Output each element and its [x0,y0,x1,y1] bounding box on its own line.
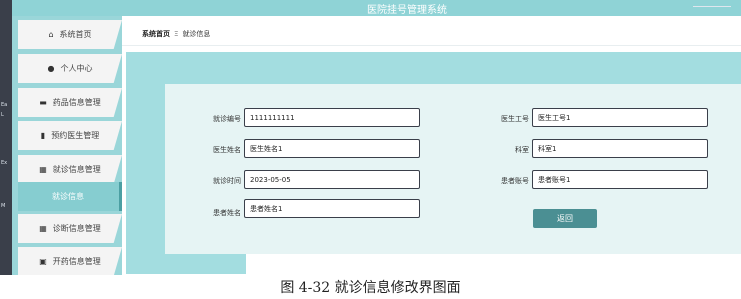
content-background: 就诊编号 医生姓名 就诊时间 患者姓名 医生工号 科室 患者账号 返回 [126,52,741,274]
doctor-no-label: 医生工号 [501,115,529,123]
sidebar-item-label: 预约医生管理 [51,131,100,140]
prescription-icon: ▣ [39,257,47,266]
sidebar-item-label: 个人中心 [60,64,93,73]
user-icon: ● [47,64,55,73]
patient-name-field[interactable] [244,199,420,218]
grid-icon: ▦ [39,165,47,174]
visit-time-label: 就诊时间 [213,177,241,185]
breadcrumb-separator-icon: Ξ [174,29,179,38]
figure-caption: 图 4-32 就诊信息修改界图面 [280,280,461,296]
sidebar-item-label: 诊断信息管理 [52,224,101,233]
desktop-label: Ea [1,102,8,108]
visit-no-label: 就诊编号 [213,115,241,123]
sidebar: ⌂ 系统首页 ● 个人中心 ▬ 药品信息管理 ▮ 预约医生管理 ▦ 就诊信息管理… [12,16,122,275]
header-bar: 医院挂号管理系统 [12,0,741,16]
desktop-sliver: Ea L Ex M [0,0,12,275]
medicine-icon: ▬ [39,98,47,107]
visit-time-field[interactable] [244,170,420,189]
sidebar-item-label: 就诊信息管理 [52,165,101,174]
home-icon: ⌂ [48,30,54,39]
desktop-label: M [1,203,6,209]
doctor-no-field[interactable] [532,108,708,127]
sidebar-item-visit[interactable]: ▦ 就诊信息管理 [18,155,122,184]
grid-icon: ▦ [39,224,47,233]
desktop-label: Ex [1,160,8,166]
doctor-name-label: 医生姓名 [213,146,241,154]
sidebar-item-medicine[interactable]: ▬ 药品信息管理 [18,88,122,117]
breadcrumb-home[interactable]: 系统首页 [142,29,170,39]
doctor-icon: ▮ [40,131,46,140]
sidebar-subitem-visit-info[interactable]: 就诊信息 [18,182,122,211]
doctor-name-field[interactable] [244,139,420,158]
patient-name-label: 患者姓名 [213,209,241,217]
sidebar-item-label: 药品信息管理 [52,98,101,107]
department-field[interactable] [532,139,708,158]
sidebar-item-label: 系统首页 [59,30,92,39]
department-label: 科室 [515,146,529,154]
sidebar-item-label: 就诊信息 [52,192,84,201]
sidebar-item-home[interactable]: ⌂ 系统首页 [18,20,122,49]
visit-no-field[interactable] [244,108,420,127]
window-controls[interactable] [693,6,731,7]
sidebar-item-label: 开药信息管理 [52,257,101,266]
patient-account-field[interactable] [532,170,708,189]
app-title: 医院挂号管理系统 [367,5,447,16]
patient-account-label: 患者账号 [501,177,529,185]
desktop-label: L [1,112,4,118]
breadcrumb: 系统首页 Ξ 就诊信息 [122,22,741,46]
edit-form-panel: 就诊编号 医生姓名 就诊时间 患者姓名 医生工号 科室 患者账号 返回 [165,84,741,254]
app-window: Ea L Ex M 医院挂号管理系统 ⌂ 系统首页 ● 个人中心 ▬ 药品信息管… [0,0,741,275]
back-button[interactable]: 返回 [533,209,597,228]
sidebar-item-diagnosis[interactable]: ▦ 诊断信息管理 [18,214,122,243]
sidebar-item-appointment[interactable]: ▮ 预约医生管理 [18,121,122,150]
sidebar-item-profile[interactable]: ● 个人中心 [18,54,122,83]
sidebar-item-prescription[interactable]: ▣ 开药信息管理 [18,247,122,275]
main-content: 就诊编号 医生姓名 就诊时间 患者姓名 医生工号 科室 患者账号 返回 [122,48,741,275]
breadcrumb-current: 就诊信息 [182,29,211,38]
